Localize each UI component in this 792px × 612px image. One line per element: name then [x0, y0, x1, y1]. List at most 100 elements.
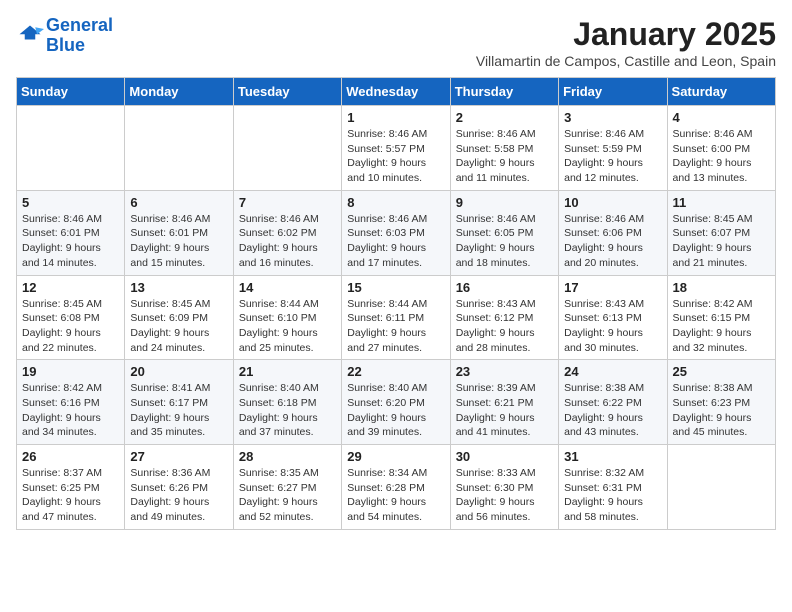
calendar-cell: 19Sunrise: 8:42 AM Sunset: 6:16 PM Dayli… [17, 360, 125, 445]
day-info: Sunrise: 8:35 AM Sunset: 6:27 PM Dayligh… [239, 466, 336, 525]
calendar-cell: 18 Sunrise: 8:42 AM Sunset: 6:15 PM Dayli… [667, 275, 775, 360]
day-number: 20 [130, 364, 227, 379]
calendar-cell: 17 Sunrise: 8:43 AM Sunset: 6:13 PM Dayli… [559, 275, 667, 360]
calendar-cell: 26 Sunrise: 8:37 AM Sunset: 6:25 PM Dayli… [17, 445, 125, 530]
calendar-cell [125, 106, 233, 191]
day-info: Sunrise: 8:46 AM Sunset: 6:05 PM Dayligh… [456, 212, 553, 271]
day-number: 8 [347, 195, 444, 210]
day-number: 18 [673, 280, 770, 295]
calendar-cell: 24 Sunrise: 8:38 AM Sunset: 6:22 PM Dayli… [559, 360, 667, 445]
day-number: 27 [130, 449, 227, 464]
calendar-cell: 22Sunrise: 8:40 AM Sunset: 6:20 PM Dayli… [342, 360, 450, 445]
day-number: 4 [673, 110, 770, 125]
day-info: Sunrise: 8:32 AM Sunset: 6:31 PM Dayligh… [564, 466, 661, 525]
day-number: 3 [564, 110, 661, 125]
calendar-cell: 15Sunrise: 8:44 AM Sunset: 6:11 PM Dayli… [342, 275, 450, 360]
calendar-cell: 21 Sunrise: 8:40 AM Sunset: 6:18 PM Dayli… [233, 360, 341, 445]
calendar-week-2: 5 Sunrise: 8:46 AM Sunset: 6:01 PM Daylig… [17, 190, 776, 275]
calendar-week-4: 19Sunrise: 8:42 AM Sunset: 6:16 PM Dayli… [17, 360, 776, 445]
calendar-cell: 30Sunrise: 8:33 AM Sunset: 6:30 PM Dayli… [450, 445, 558, 530]
day-number: 14 [239, 280, 336, 295]
calendar-week-3: 12 Sunrise: 8:45 AM Sunset: 6:08 PM Dayli… [17, 275, 776, 360]
day-info: Sunrise: 8:36 AM Sunset: 6:26 PM Dayligh… [130, 466, 227, 525]
day-number: 23 [456, 364, 553, 379]
day-number: 11 [673, 195, 770, 210]
day-info: Sunrise: 8:38 AM Sunset: 6:23 PM Dayligh… [673, 381, 770, 440]
calendar-cell: 16 Sunrise: 8:43 AM Sunset: 6:12 PM Dayli… [450, 275, 558, 360]
calendar-cell: 29 Sunrise: 8:34 AM Sunset: 6:28 PM Dayli… [342, 445, 450, 530]
day-info: Sunrise: 8:43 AM Sunset: 6:13 PM Dayligh… [564, 297, 661, 356]
day-number: 25 [673, 364, 770, 379]
weekday-header-monday: Monday [125, 78, 233, 106]
day-number: 26 [22, 449, 119, 464]
day-info: Sunrise: 8:42 AM Sunset: 6:15 PM Dayligh… [673, 297, 770, 356]
calendar-cell [233, 106, 341, 191]
day-info: Sunrise: 8:46 AM Sunset: 5:59 PM Dayligh… [564, 127, 661, 186]
page-subtitle: Villamartin de Campos, Castille and Leon… [476, 53, 776, 69]
calendar-cell: 3 Sunrise: 8:46 AM Sunset: 5:59 PM Daylig… [559, 106, 667, 191]
calendar-cell [667, 445, 775, 530]
calendar-cell: 5Sunrise: 8:46 AM Sunset: 6:01 PM Daylig… [17, 190, 125, 275]
day-number: 12 [22, 280, 119, 295]
logo-icon [16, 22, 44, 50]
day-number: 15 [347, 280, 444, 295]
day-info: Sunrise: 8:40 AM Sunset: 6:18 PM Dayligh… [239, 381, 336, 440]
day-number: 10 [564, 195, 661, 210]
day-number: 6 [130, 195, 227, 210]
logo: General Blue [16, 16, 113, 56]
calendar-header-row: SundayMondayTuesdayWednesdayThursdayFrid… [17, 78, 776, 106]
calendar-cell: 14 Sunrise: 8:44 AM Sunset: 6:10 PM Dayli… [233, 275, 341, 360]
calendar-cell: 8Sunrise: 8:46 AM Sunset: 6:03 PM Daylig… [342, 190, 450, 275]
day-number: 13 [130, 280, 227, 295]
day-info: Sunrise: 8:41 AM Sunset: 6:17 PM Dayligh… [130, 381, 227, 440]
day-number: 5 [22, 195, 119, 210]
day-info: Sunrise: 8:38 AM Sunset: 6:22 PM Dayligh… [564, 381, 661, 440]
day-info: Sunrise: 8:45 AM Sunset: 6:08 PM Dayligh… [22, 297, 119, 356]
calendar-cell: 2 Sunrise: 8:46 AM Sunset: 5:58 PM Daylig… [450, 106, 558, 191]
weekday-header-thursday: Thursday [450, 78, 558, 106]
day-info: Sunrise: 8:44 AM Sunset: 6:10 PM Dayligh… [239, 297, 336, 356]
day-number: 29 [347, 449, 444, 464]
day-info: Sunrise: 8:46 AM Sunset: 6:00 PM Dayligh… [673, 127, 770, 186]
weekday-header-friday: Friday [559, 78, 667, 106]
calendar-cell: 9 Sunrise: 8:46 AM Sunset: 6:05 PM Daylig… [450, 190, 558, 275]
day-info: Sunrise: 8:33 AM Sunset: 6:30 PM Dayligh… [456, 466, 553, 525]
calendar-cell: 31Sunrise: 8:32 AM Sunset: 6:31 PM Dayli… [559, 445, 667, 530]
day-number: 28 [239, 449, 336, 464]
day-number: 21 [239, 364, 336, 379]
calendar-body: 1Sunrise: 8:46 AM Sunset: 5:57 PM Daylig… [17, 106, 776, 530]
day-info: Sunrise: 8:37 AM Sunset: 6:25 PM Dayligh… [22, 466, 119, 525]
calendar-week-1: 1Sunrise: 8:46 AM Sunset: 5:57 PM Daylig… [17, 106, 776, 191]
calendar-cell: 10Sunrise: 8:46 AM Sunset: 6:06 PM Dayli… [559, 190, 667, 275]
calendar-cell: 7 Sunrise: 8:46 AM Sunset: 6:02 PM Daylig… [233, 190, 341, 275]
day-info: Sunrise: 8:46 AM Sunset: 5:57 PM Dayligh… [347, 127, 444, 186]
day-number: 2 [456, 110, 553, 125]
calendar-cell: 25 Sunrise: 8:38 AM Sunset: 6:23 PM Dayli… [667, 360, 775, 445]
day-info: Sunrise: 8:34 AM Sunset: 6:28 PM Dayligh… [347, 466, 444, 525]
logo-text: General Blue [46, 16, 113, 56]
day-number: 24 [564, 364, 661, 379]
day-number: 17 [564, 280, 661, 295]
calendar-cell: 23Sunrise: 8:39 AM Sunset: 6:21 PM Dayli… [450, 360, 558, 445]
day-info: Sunrise: 8:46 AM Sunset: 6:01 PM Dayligh… [130, 212, 227, 271]
weekday-header-saturday: Saturday [667, 78, 775, 106]
day-number: 9 [456, 195, 553, 210]
calendar-table: SundayMondayTuesdayWednesdayThursdayFrid… [16, 77, 776, 530]
day-info: Sunrise: 8:46 AM Sunset: 6:02 PM Dayligh… [239, 212, 336, 271]
day-info: Sunrise: 8:45 AM Sunset: 6:09 PM Dayligh… [130, 297, 227, 356]
day-info: Sunrise: 8:40 AM Sunset: 6:20 PM Dayligh… [347, 381, 444, 440]
page-title: January 2025 [476, 16, 776, 53]
calendar-cell: 13 Sunrise: 8:45 AM Sunset: 6:09 PM Dayli… [125, 275, 233, 360]
calendar-cell: 6 Sunrise: 8:46 AM Sunset: 6:01 PM Daylig… [125, 190, 233, 275]
day-number: 7 [239, 195, 336, 210]
day-info: Sunrise: 8:46 AM Sunset: 5:58 PM Dayligh… [456, 127, 553, 186]
weekday-header-sunday: Sunday [17, 78, 125, 106]
day-info: Sunrise: 8:43 AM Sunset: 6:12 PM Dayligh… [456, 297, 553, 356]
page-header: General Blue January 2025 Villamartin de… [16, 16, 776, 69]
calendar-cell: 12 Sunrise: 8:45 AM Sunset: 6:08 PM Dayli… [17, 275, 125, 360]
day-info: Sunrise: 8:42 AM Sunset: 6:16 PM Dayligh… [22, 381, 119, 440]
day-number: 16 [456, 280, 553, 295]
calendar-cell: 1Sunrise: 8:46 AM Sunset: 5:57 PM Daylig… [342, 106, 450, 191]
day-info: Sunrise: 8:45 AM Sunset: 6:07 PM Dayligh… [673, 212, 770, 271]
weekday-header-tuesday: Tuesday [233, 78, 341, 106]
